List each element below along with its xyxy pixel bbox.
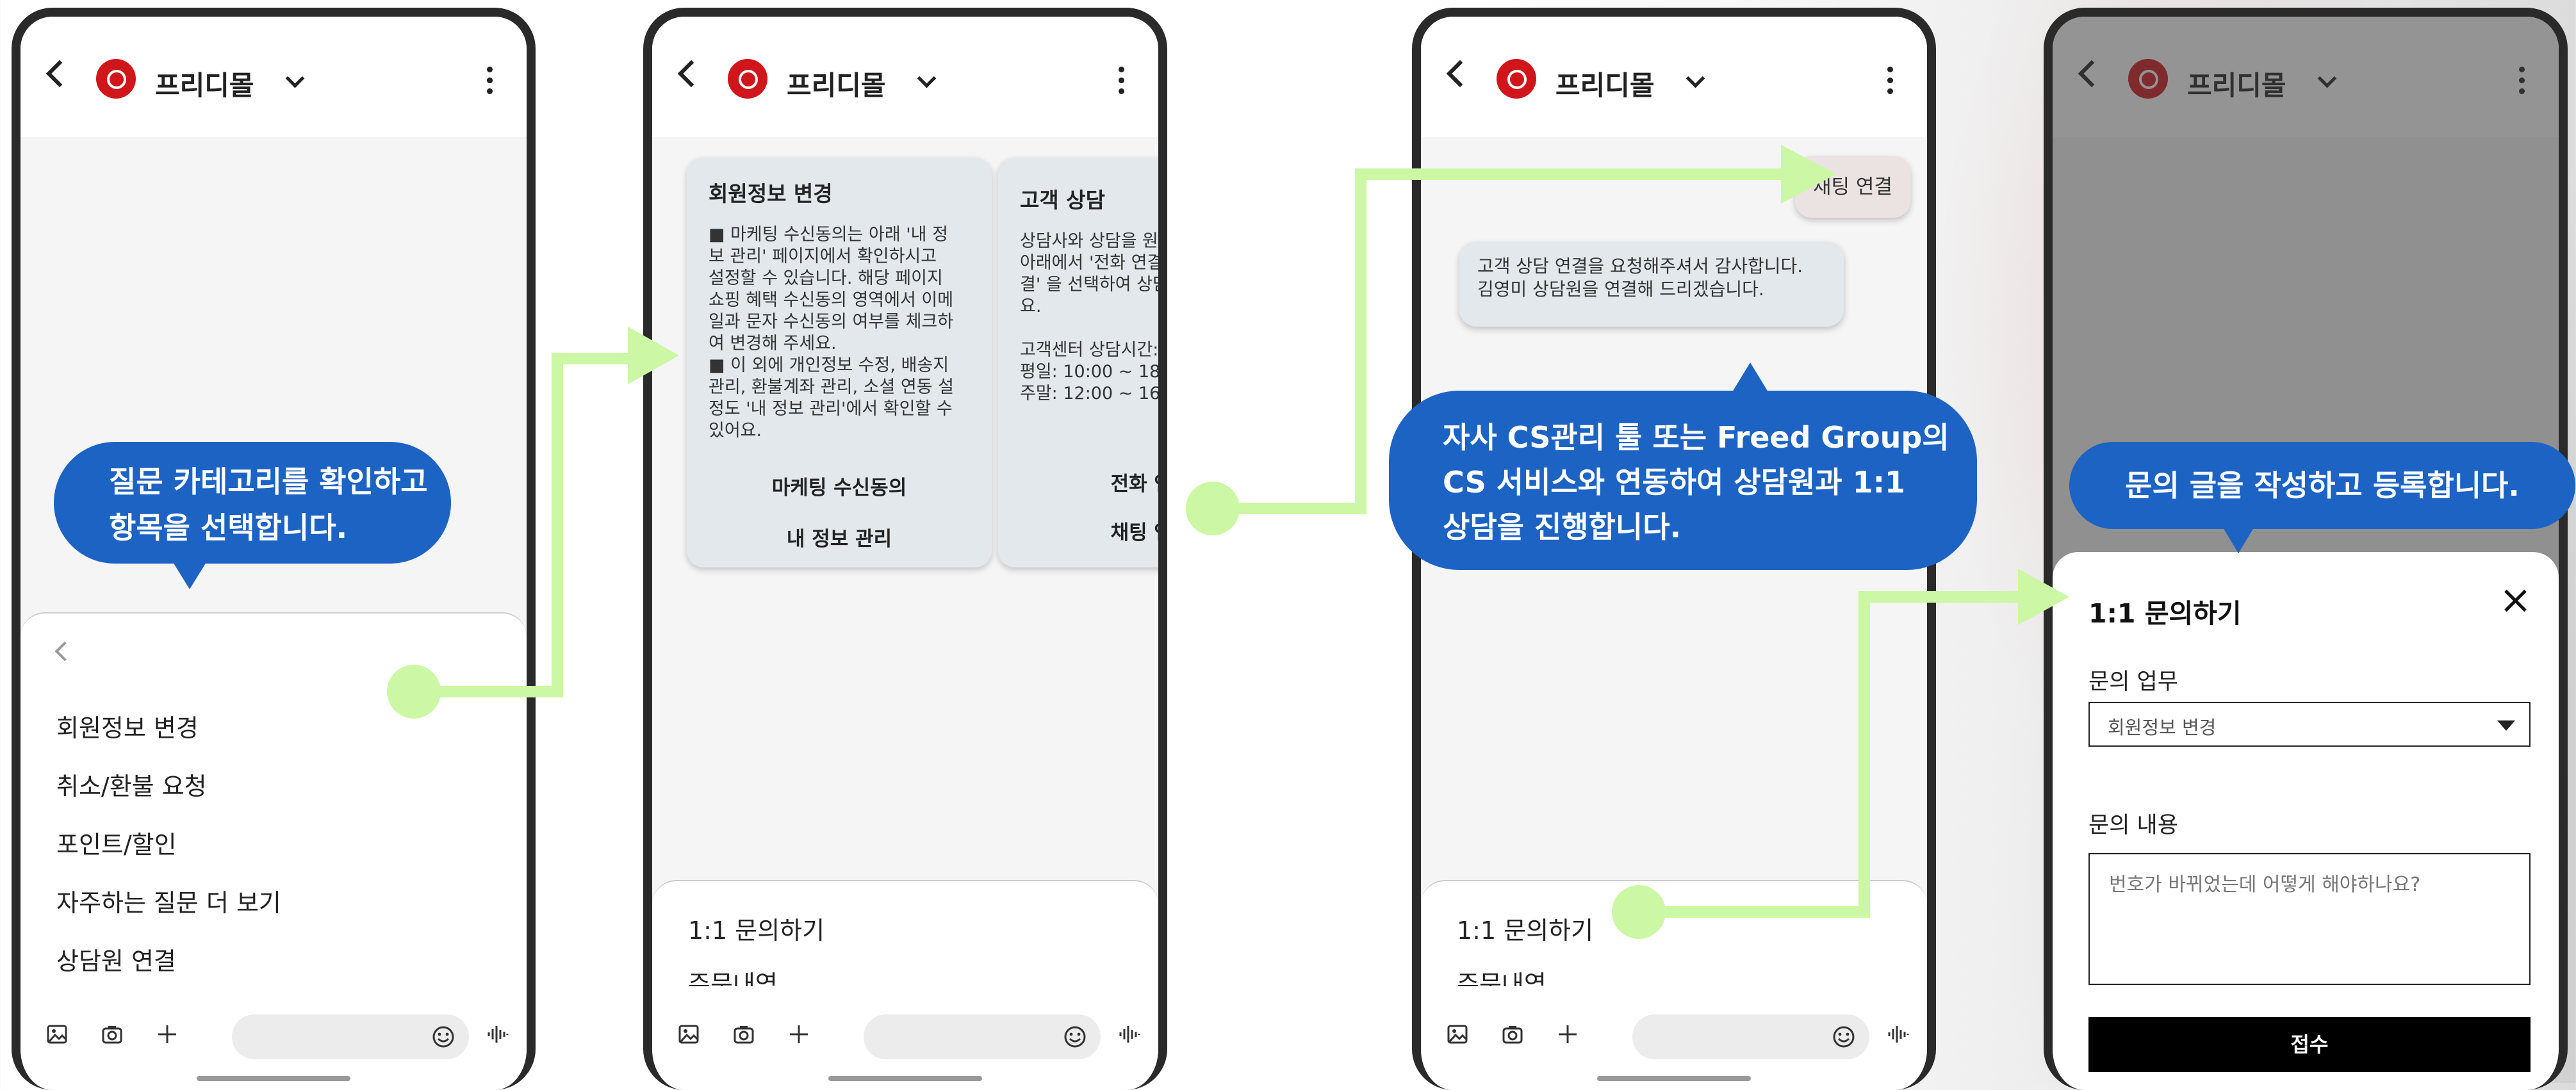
callout-step-1: 질문 카테고리를 확인하고 항목을 선택합니다. xyxy=(54,442,451,564)
callout-tail xyxy=(1732,362,1768,392)
callout-step-3: 자사 CS관리 툴 또는 Freed Group의 CS 서비스와 연동하여 상… xyxy=(1389,391,1977,570)
callout-tail xyxy=(2223,528,2254,553)
callout-tail xyxy=(173,562,206,589)
connector-3 xyxy=(1612,569,2069,939)
callout-step-4: 문의 글을 작성하고 등록합니다. xyxy=(2069,442,2575,529)
